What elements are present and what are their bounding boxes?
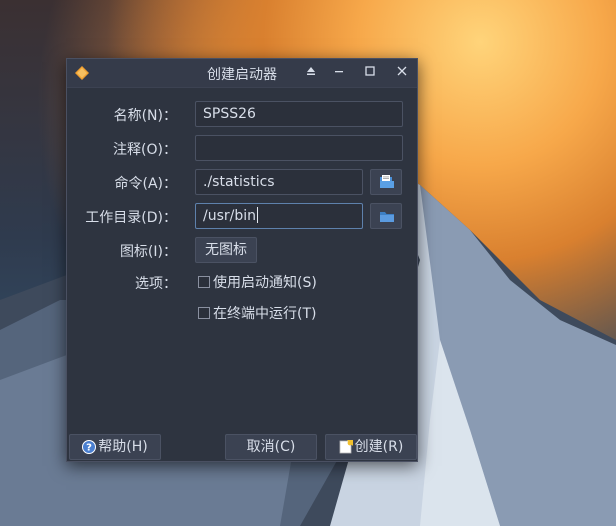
create-launcher-dialog: 创建启动器 名称(N)： SPSS26 注释(O)： 命令(A)： ./stat… [66, 58, 418, 462]
icon-label: 图标(I)： [119, 244, 177, 260]
launcher-diamond-icon [75, 66, 89, 80]
startup-notify-box[interactable] [198, 276, 210, 288]
icon-select-button[interactable]: 无图标 [195, 237, 257, 263]
close-button[interactable] [392, 63, 412, 83]
help-button-label: 帮助(H) [98, 439, 148, 455]
options-label: 选项： [135, 276, 177, 292]
run-in-terminal-label: 在终端中运行(T) [213, 306, 317, 322]
help-icon: ? [82, 440, 97, 454]
command-label: 命令(A)： [114, 176, 177, 192]
maximize-button[interactable] [360, 63, 380, 83]
create-button[interactable]: 创建(R) [325, 434, 417, 460]
document-open-icon [380, 175, 394, 188]
workdir-browse-button[interactable] [370, 203, 402, 229]
run-in-terminal-box[interactable] [198, 307, 210, 319]
workdir-label: 工作目录(D)： [85, 210, 177, 226]
maximize-icon [365, 66, 375, 76]
comment-input[interactable] [195, 135, 403, 161]
minimize-button[interactable] [329, 63, 349, 83]
name-input[interactable]: SPSS26 [195, 101, 403, 127]
command-browse-button[interactable] [370, 169, 402, 195]
comment-label: 注释(O)： [113, 142, 177, 158]
text-cursor [257, 207, 259, 223]
run-in-terminal-checkbox[interactable]: 在终端中运行(T) [198, 304, 316, 324]
folder-icon [380, 212, 394, 222]
workdir-value: /usr/bin [203, 208, 257, 224]
title-bar[interactable]: 创建启动器 [67, 59, 417, 88]
new-document-icon [339, 440, 353, 454]
command-input[interactable]: ./statistics [195, 169, 363, 195]
help-button[interactable]: ? 帮助(H) [69, 434, 161, 460]
create-button-label: 创建(R) [354, 439, 404, 455]
startup-notify-label: 使用启动通知(S) [213, 275, 317, 291]
workdir-input[interactable]: /usr/bin [195, 203, 363, 229]
shade-icon [307, 67, 315, 75]
cancel-button[interactable]: 取消(C) [225, 434, 317, 460]
name-label: 名称(N)： [113, 108, 177, 124]
startup-notify-checkbox[interactable]: 使用启动通知(S) [198, 273, 317, 293]
close-icon [397, 66, 407, 76]
svg-text:?: ? [86, 443, 92, 454]
shade-button[interactable] [301, 63, 321, 83]
minimize-icon [335, 71, 343, 73]
